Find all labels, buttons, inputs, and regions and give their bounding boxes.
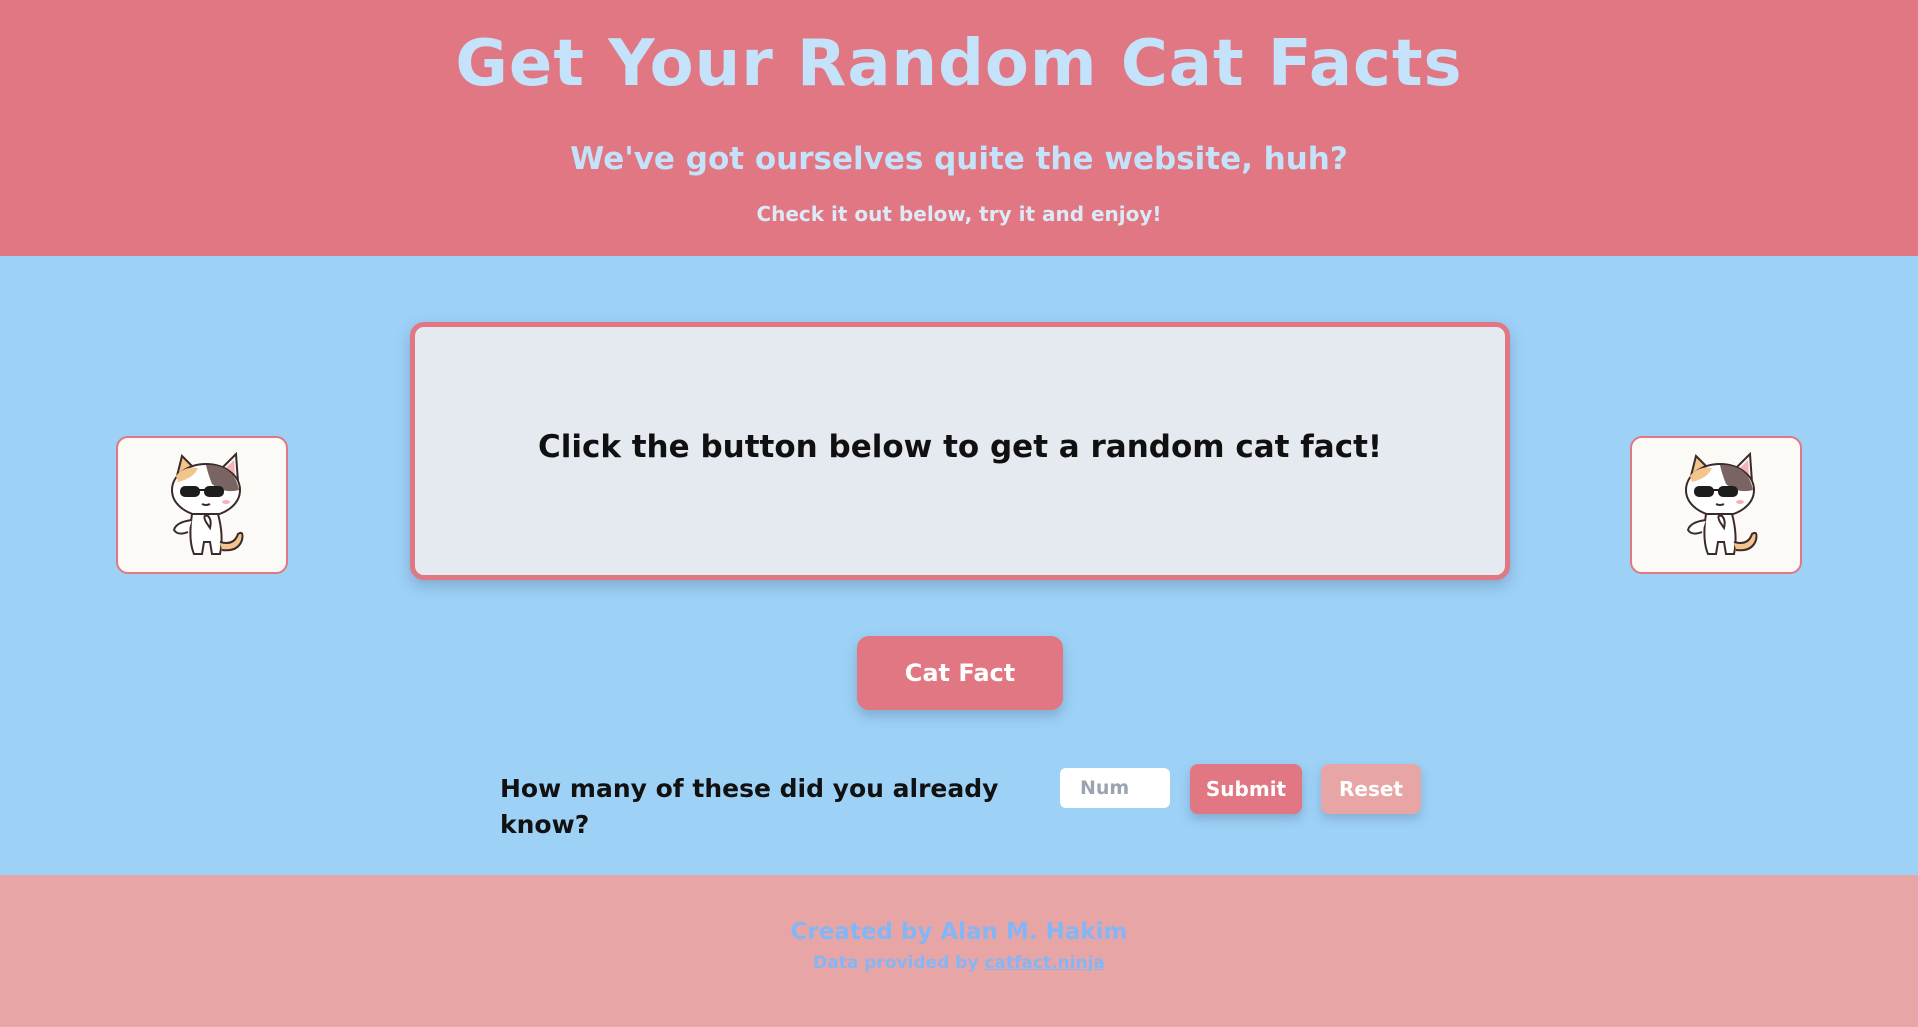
cat-fact-text: Click the button below to get a random c… — [537, 429, 1383, 465]
page-tagline: Check it out below, try it and enjoy! — [756, 202, 1162, 226]
known-count-input[interactable] — [1060, 768, 1170, 808]
cat-sunglasses-icon — [171, 451, 244, 555]
footer-credit: Created by Alan M. Hakim — [790, 919, 1128, 945]
cat-sunglasses-icon — [1685, 451, 1758, 555]
header: Get Your Random Cat Facts We've got ours… — [0, 0, 1918, 256]
cat-fact-display: Click the button below to get a random c… — [410, 322, 1510, 580]
data-source-label: Data provided by — [813, 953, 979, 973]
page-title: Get Your Random Cat Facts — [455, 27, 1463, 101]
cat-fact-button[interactable]: Cat Fact — [857, 636, 1063, 710]
submit-button[interactable]: Submit — [1190, 764, 1302, 814]
known-count-question: How many of these did you already know? — [500, 774, 999, 839]
footer: Created by Alan M. Hakim Data provided b… — [0, 875, 1918, 1027]
reset-button[interactable]: Reset — [1321, 764, 1421, 814]
footer-data-source: Data provided by catfact.ninja — [0, 951, 1918, 975]
cat-image-left — [116, 436, 288, 574]
page-subtitle: We've got ourselves quite the website, h… — [570, 141, 1348, 177]
catfact-ninja-link[interactable]: catfact.ninja — [984, 953, 1105, 973]
cat-image-right — [1630, 436, 1802, 574]
